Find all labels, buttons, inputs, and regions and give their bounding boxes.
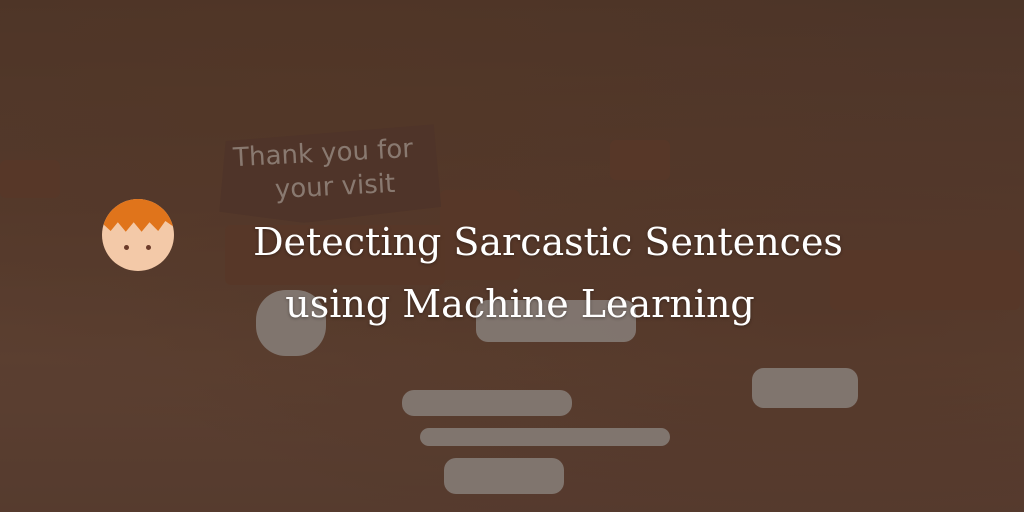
title-line-1: Detecting Sarcastic Sentences (253, 220, 843, 264)
blog-banner: Thank you for your visit Detecting Sarca… (0, 0, 1024, 512)
page-title: Detecting Sarcastic Sentences using Mach… (160, 211, 880, 335)
title-line-2: using Machine Learning (285, 282, 755, 326)
